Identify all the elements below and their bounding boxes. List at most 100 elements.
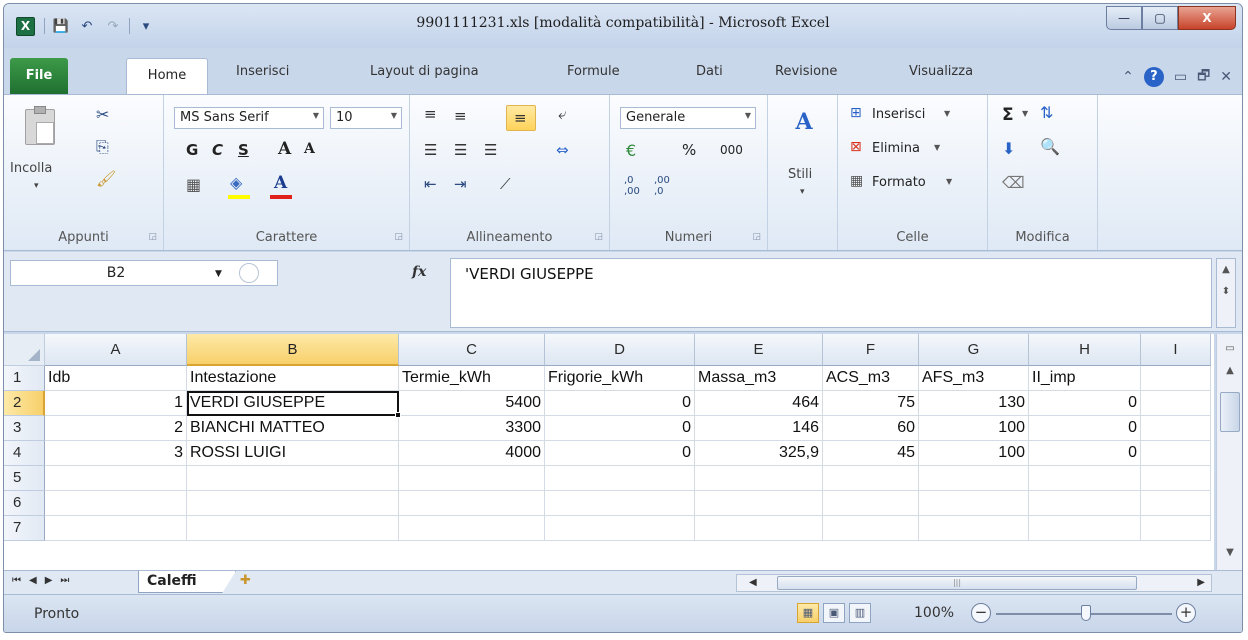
cell-h5[interactable] [1029,466,1141,491]
column-header-d[interactable]: D [545,334,695,366]
clear-icon[interactable]: ⌫ [1002,173,1025,192]
orientation-icon[interactable]: ⟋ [500,175,511,193]
cell-h7[interactable] [1029,516,1141,541]
appunti-launcher-icon[interactable]: ◲ [148,232,157,242]
tab-layout-di-pagina[interactable]: Layout di pagina [370,64,479,79]
next-sheet-icon[interactable]: ▶ [45,575,53,586]
grow-font-button[interactable]: A [278,139,291,159]
cell-i1[interactable] [1141,366,1211,391]
insert-function-icon[interactable]: fx [412,264,426,280]
cell-e1[interactable]: Massa_m3 [695,366,823,391]
cell-d4[interactable]: 0 [545,441,695,466]
sheet-tab-caleffi[interactable]: Caleffi [138,571,236,593]
insert-sheet-icon[interactable]: ✚ [240,573,280,593]
format-cells-button[interactable]: Formato [872,175,926,190]
cell-c3[interactable]: 3300 [399,416,545,441]
cell-h4[interactable]: 0 [1029,441,1141,466]
styles-button[interactable]: A Stili ▾ [774,105,832,215]
cell-d6[interactable] [545,491,695,516]
tab-visualizza[interactable]: Visualizza [909,64,973,79]
cell-h1[interactable]: II_imp [1029,366,1141,391]
delete-cells-button[interactable]: Elimina [872,141,920,156]
cell-a4[interactable]: 3 [45,441,187,466]
row-header-3[interactable]: 3 [4,416,45,441]
cell-a3[interactable]: 2 [45,416,187,441]
zoom-level[interactable]: 100% [914,605,954,621]
insert-cells-button[interactable]: Inserisci [872,107,925,122]
name-box[interactable]: B2 ▼ [10,260,278,286]
fill-color-icon[interactable]: ◈ [230,173,242,192]
tab-file[interactable]: File [10,58,68,94]
horizontal-scroll-thumb[interactable]: ||| [777,576,1137,590]
column-header-c[interactable]: C [399,334,545,366]
close-button[interactable]: X [1178,6,1236,30]
underline-button[interactable]: S [238,141,249,159]
restore-workbook-icon[interactable]: ▭ [1174,69,1187,85]
chevron-up-icon[interactable]: ▲ [1217,259,1235,281]
cell-e3[interactable]: 146 [695,416,823,441]
cell-e5[interactable] [695,466,823,491]
sort-filter-icon[interactable]: ⇅ [1040,103,1053,122]
cell-i6[interactable] [1141,491,1211,516]
cell-d1[interactable]: Frigorie_kWh [545,366,695,391]
vertical-scroll-thumb[interactable] [1220,392,1240,432]
font-color-button[interactable]: A [274,173,287,193]
align-middle-icon[interactable]: ≡ [454,107,467,125]
paste-button[interactable]: Incolla ▾ [10,103,70,211]
cell-b5[interactable] [187,466,399,491]
cell-a5[interactable] [45,466,187,491]
format-cells-icon[interactable]: ▦ [850,173,863,189]
cell-h2[interactable]: 0 [1029,391,1141,416]
font-size-select[interactable]: 10 ▼ [330,107,402,129]
align-right-icon[interactable]: ☰ [484,141,497,159]
cell-g6[interactable] [919,491,1029,516]
merge-center-icon[interactable]: ⇔ [556,141,569,159]
column-header-a[interactable]: A [45,334,187,366]
cell-i7[interactable] [1141,516,1211,541]
help-icon[interactable]: ? [1143,67,1164,87]
decrease-indent-icon[interactable]: ⇤ [424,175,437,193]
cell-b2[interactable]: VERDI GIUSEPPE [187,391,399,416]
row-header-1[interactable]: 1 [4,366,45,391]
page-layout-view-icon[interactable]: ▣ [823,603,845,623]
worksheet-grid[interactable]: A B C D E F G H I 1 Idb Intestazione Termie_kWh Frigo… [4,334,1214,570]
cell-f6[interactable] [823,491,919,516]
align-top-icon[interactable]: ≡ [424,105,437,123]
column-header-i[interactable]: I [1141,334,1211,366]
bold-button[interactable]: G [186,141,198,159]
split-bar-icon[interactable]: ▭ [1220,340,1240,358]
maximize-button[interactable]: ▢ [1142,6,1178,30]
scroll-left-icon[interactable]: ◀ [749,575,757,591]
percent-button[interactable]: % [682,141,696,159]
increase-decimal-button[interactable]: ,0 ,00 [624,175,640,197]
carattere-launcher-icon[interactable]: ◲ [394,232,403,242]
find-select-icon[interactable]: 🔍 [1040,137,1060,156]
cell-h3[interactable]: 0 [1029,416,1141,441]
borders-icon[interactable]: ▦ [186,175,201,194]
vertical-scrollbar[interactable]: ▭ ▲ ▼ [1216,334,1242,570]
close-workbook-icon[interactable]: ✕ [1220,69,1232,85]
cell-g4[interactable]: 100 [919,441,1029,466]
autosum-button[interactable]: Σ [1002,105,1014,125]
cell-i3[interactable] [1141,416,1211,441]
cell-d3[interactable]: 0 [545,416,695,441]
row-header-4[interactable]: 4 [4,441,45,466]
cell-d2[interactable]: 0 [545,391,695,416]
column-header-b[interactable]: B [187,334,399,366]
formula-input[interactable]: 'VERDI GIUSEPPE [450,258,1212,328]
tab-dati[interactable]: Dati [696,64,723,79]
minimize-button[interactable]: — [1106,6,1142,30]
italic-button[interactable]: C [212,141,223,159]
align-center-icon[interactable]: ☰ [454,141,467,159]
tab-formule[interactable]: Formule [567,64,620,79]
cell-g1[interactable]: AFS_m3 [919,366,1029,391]
cell-g5[interactable] [919,466,1029,491]
cell-f2[interactable]: 75 [823,391,919,416]
font-name-select[interactable]: MS Sans Serif ▼ [174,107,324,129]
zoom-in-icon[interactable]: + [1176,603,1196,623]
cell-c4[interactable]: 4000 [399,441,545,466]
decrease-decimal-button[interactable]: ,00 ,0 [654,175,670,197]
fill-handle[interactable] [395,412,401,418]
cell-i4[interactable] [1141,441,1211,466]
cut-icon[interactable]: ✂ [96,105,109,124]
